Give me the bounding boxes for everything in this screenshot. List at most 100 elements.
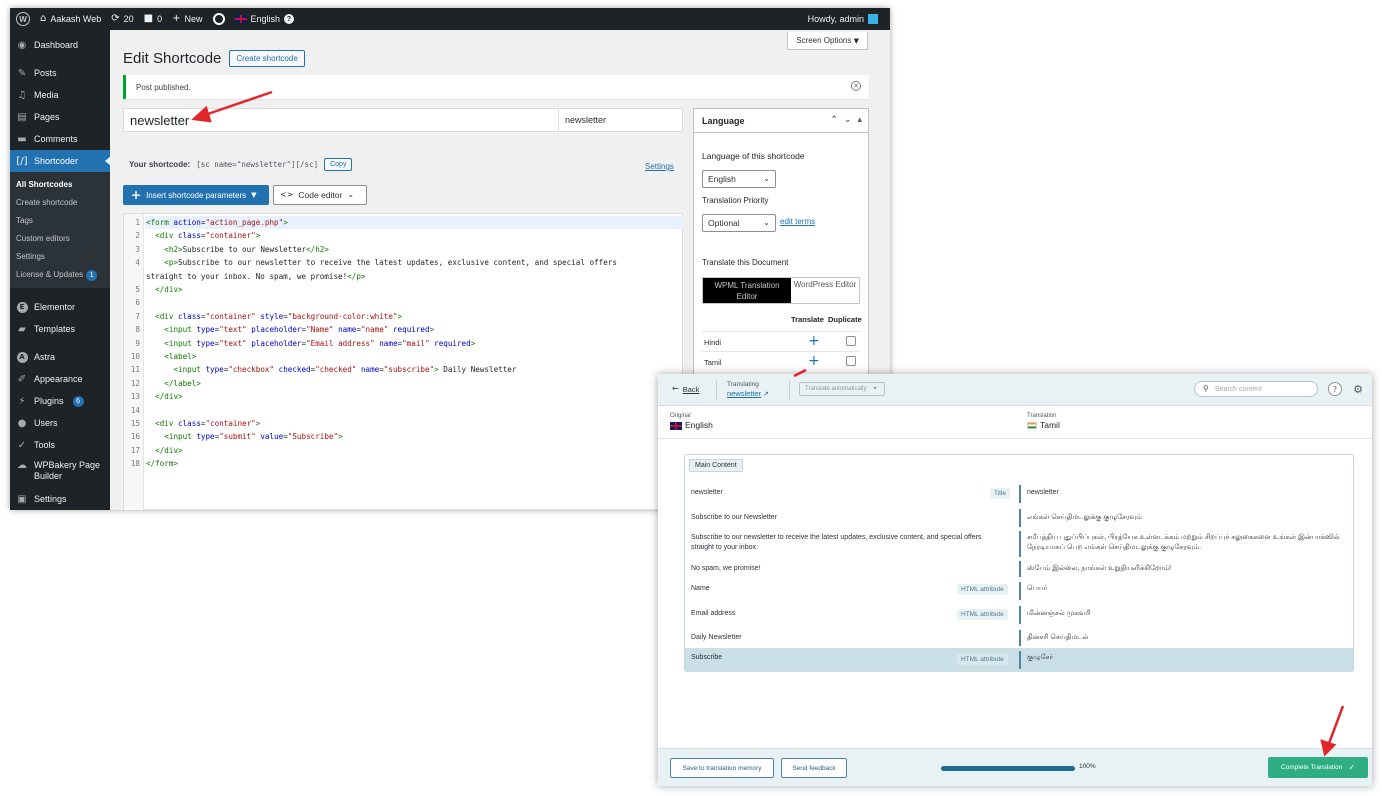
language-select[interactable]: English ⌄ [702, 170, 776, 188]
settings-link[interactable]: Settings [645, 162, 674, 171]
sidebar-item-astra[interactable]: A Astra [10, 346, 110, 368]
add-translation-icon[interactable]: + [808, 353, 820, 369]
table-row[interactable]: Daily Newsletter தினசரி செய்திமடல் [685, 627, 1353, 647]
duplicate-checkbox[interactable] [846, 356, 856, 366]
wordpress-logo-icon[interactable]: W [16, 12, 30, 26]
sidebar-item-shortcoder[interactable]: [/] Shortcoder [10, 150, 111, 172]
line-number: 18 [130, 459, 140, 469]
translation-field[interactable]: குழுசேர் [1027, 653, 1347, 663]
save-memory-button[interactable]: Save to translation memory [670, 758, 774, 778]
sidebar-item-users[interactable]: ● Users [10, 412, 110, 434]
wrench-icon: ✓ [17, 439, 27, 451]
language-switcher[interactable]: English? [234, 14, 295, 24]
complete-translation-button[interactable]: Complete Translation ✓ [1268, 757, 1368, 778]
user-icon: ● [17, 417, 27, 429]
translation-field[interactable]: newsletter [1027, 488, 1347, 498]
submenu-license-updates[interactable]: License & Updates 1 [10, 266, 110, 284]
line-number: 9 [135, 338, 140, 348]
segment-bar [1019, 561, 1021, 577]
submenu-all-shortcodes[interactable]: All Shortcodes [10, 176, 110, 194]
comments-link[interactable]: ■ 0 [144, 14, 162, 25]
help-icon[interactable]: ? [1328, 382, 1342, 396]
sidebar-item-plugins[interactable]: ⚡ Plugins 6 [10, 390, 110, 412]
segment-bar [1019, 531, 1021, 557]
refresh-icon: ⟳ [111, 13, 120, 24]
table-row[interactable]: No spam, we promise! ஸ்பேம் இல்லை, நாங்க… [685, 559, 1353, 579]
table-row[interactable]: Subscribe HTML attribute குழுசேர் [685, 648, 1353, 672]
translation-field[interactable]: சமீபத்திய புதுப்பிப்புகள், பிரத்யேக உள்ள… [1027, 533, 1347, 553]
segment-bar [1019, 630, 1021, 646]
translate-automatically-button[interactable]: Translate automatically ✦ [799, 382, 885, 396]
code-editor[interactable]: 1 <form action="action_page.php"> 2 <div c… [123, 213, 683, 510]
tab-wordpress-editor[interactable]: WordPress Editor [791, 278, 859, 303]
translation-field[interactable]: தினசரி செய்திமடல் [1027, 633, 1347, 643]
translation-field[interactable]: ஸ்பேம் இல்லை, நாங்கள் உறுதியளிக்கிறோம்! [1027, 564, 1347, 574]
translation-field[interactable]: மின்னஞ்சல் முகவரி [1027, 609, 1347, 619]
dismiss-icon[interactable]: × [851, 81, 861, 91]
table-row[interactable]: Subscribe to our newsletter to receive t… [685, 529, 1353, 559]
priority-select[interactable]: Optional ⌄ [702, 214, 776, 232]
query-monitor-icon[interactable] [212, 13, 225, 25]
code-text: <input type="submit" value="Subscribe"> [164, 432, 343, 442]
sidebar-item-comments[interactable]: ▬ Comments [10, 128, 110, 150]
submenu-custom-editors[interactable]: Custom editors [10, 230, 110, 248]
add-translation-icon[interactable]: + [808, 333, 820, 349]
translation-field[interactable]: எங்கள் செய்திமடலுக்கு குழுசேரவும் [1027, 513, 1347, 523]
back-link[interactable]: ← Back [672, 385, 699, 395]
code-text: </div> [155, 445, 183, 455]
site-name-link[interactable]: ⌂ Aakash Web [40, 14, 101, 25]
edit-terms-link[interactable]: edit terms [780, 217, 815, 226]
sidebar-item-wpbakery[interactable]: ☁ WPBakery Page Builder [10, 456, 110, 488]
duplicate-checkbox[interactable] [846, 336, 856, 346]
code-text: <input type="checkbox" checked="checked"… [173, 365, 517, 375]
line-number: 14 [130, 405, 140, 415]
table-row[interactable]: Subscribe to our Newsletter எங்கள் செய்த… [685, 505, 1353, 529]
chevron-down-icon[interactable]: ⌄ [844, 115, 852, 125]
submenu-create-shortcode[interactable]: Create shortcode [10, 194, 110, 212]
submenu-tags[interactable]: Tags [10, 212, 110, 230]
caret-down-icon: ▼ [251, 190, 257, 199]
table-row[interactable]: newsletter Title newsletter [685, 481, 1353, 505]
sidebar-item-tools[interactable]: ✓ Tools [10, 434, 110, 456]
send-feedback-button[interactable]: Send feedback [781, 758, 847, 778]
segment-bar [1019, 651, 1021, 669]
gear-icon[interactable]: ⚙ [1351, 382, 1365, 396]
chevron-up-icon[interactable]: ⌃ [830, 115, 838, 125]
segment-type-tag: HTML attribute [957, 654, 1008, 665]
updates-link[interactable]: ⟳ 20 [111, 13, 133, 25]
editor-toolbar: ← Back Translating newsletter ↗ Translate … [658, 374, 1372, 406]
translation-field[interactable]: பெயர் [1027, 584, 1347, 594]
sidebar-item-pages[interactable]: ▤ Pages [10, 106, 110, 128]
external-link-icon[interactable]: ↗ [763, 390, 769, 398]
sidebar-item-dashboard[interactable]: ◉ Dashboard [10, 34, 110, 56]
screen-options-button[interactable]: Screen Options ▼ [787, 32, 868, 50]
my-account-link[interactable]: Howdy, admin [808, 8, 878, 30]
sidebar-item-appearance[interactable]: ✐ Appearance [10, 368, 110, 390]
astra-icon: A [16, 351, 28, 363]
metabox-header: Language ⌃ ⌄ ▴ [694, 109, 868, 133]
sidebar-item-media[interactable]: ♫ Media [10, 84, 110, 106]
submenu-settings[interactable]: Settings [10, 248, 110, 266]
code-editor-select[interactable]: <> Code editor ⌄ [273, 185, 367, 205]
translating-info: Translating newsletter ↗ [727, 381, 769, 398]
sidebar-item-elementor[interactable]: E Elementor [10, 296, 110, 318]
tab-wpml-editor[interactable]: WPML Translation Editor [703, 278, 791, 303]
translation-editor-window: ← Back Translating newsletter ↗ Translate … [658, 374, 1372, 786]
sidebar-item-templates[interactable]: ▰ Templates [10, 318, 110, 340]
collapse-icon[interactable]: ▴ [857, 115, 862, 125]
insert-parameters-button[interactable]: + Insert shortcode parameters ▼ [123, 185, 269, 205]
shortcode-display: Your shortcode: [sc name="newsletter"][/… [129, 158, 353, 171]
title-input[interactable]: newsletter [124, 113, 558, 128]
new-content-link[interactable]: + New [172, 14, 202, 25]
divider [789, 380, 790, 400]
table-row[interactable]: Name HTML attribute பெயர் [685, 579, 1353, 603]
create-shortcode-button[interactable]: Create shortcode [229, 50, 305, 67]
copy-button[interactable]: Copy [324, 158, 353, 171]
line-number: 10 [130, 352, 140, 361]
sidebar-item-settings[interactable]: ▣ Settings [10, 488, 110, 510]
slug-input[interactable]: newsletter [558, 108, 682, 132]
table-row[interactable]: Email address HTML attribute மின்னஞ்சல் … [685, 603, 1353, 627]
search-input[interactable]: ⚲ Search content [1194, 381, 1318, 397]
translating-item-link[interactable]: newsletter [727, 389, 761, 398]
sidebar-item-posts[interactable]: ✎ Posts [10, 62, 110, 84]
